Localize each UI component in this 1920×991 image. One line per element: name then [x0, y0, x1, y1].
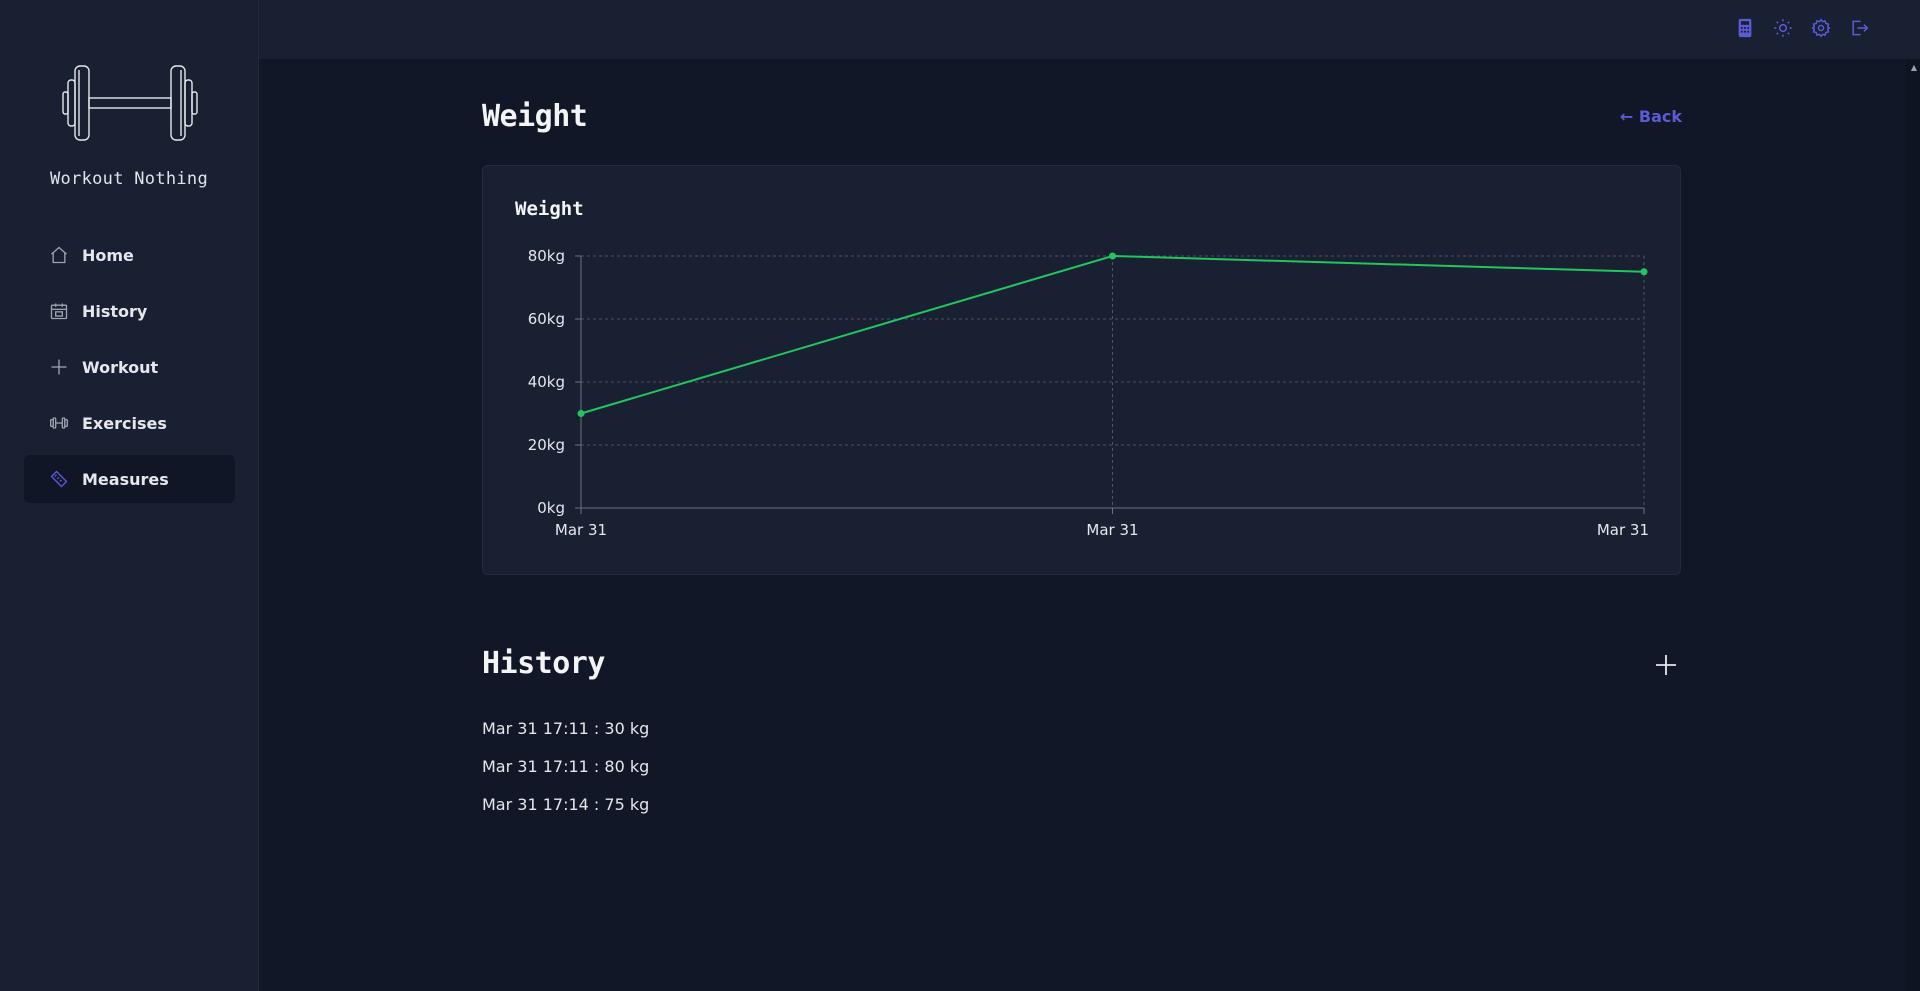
sidebar-item-home[interactable]: Home: [24, 231, 235, 279]
page-title: Weight: [482, 99, 588, 134]
sidebar-item-exercises[interactable]: Exercises: [24, 399, 235, 447]
app-name: Workout Nothing: [49, 169, 209, 189]
sidebar-nav: Home History Workout Exercises Measures: [24, 231, 235, 511]
calendar-icon: [48, 300, 70, 322]
y-tick-label: 0kg: [537, 499, 565, 517]
y-tick-label: 80kg: [528, 247, 565, 265]
scrollbar[interactable]: [1906, 59, 1920, 991]
weight-chart-card: Weight 0kg 20kg 40kg 60kg 80kg Mar 31 Mar 31 Ma…: [482, 165, 1681, 575]
scroll-up-arrow[interactable]: ▲: [1911, 63, 1917, 72]
history-entry-date: Mar 31 17:11 :: [482, 719, 600, 738]
gear-icon[interactable]: [1810, 17, 1832, 39]
top-bar: [259, 0, 1920, 59]
history-entry-value: 75 kg: [604, 795, 650, 814]
history-entry-date: Mar 31 17:11 :: [482, 757, 600, 776]
data-point: [1640, 268, 1648, 276]
x-tick-label: Mar 31: [1086, 521, 1138, 539]
history-list: Mar 31 17:11 : 30 kg Mar 31 17:11 : 80 k…: [482, 719, 649, 833]
logout-icon[interactable]: [1848, 17, 1870, 39]
y-tick-label: 20kg: [528, 436, 565, 454]
calculator-icon[interactable]: [1734, 17, 1756, 39]
plus-icon: [48, 356, 70, 378]
history-entry: Mar 31 17:11 : 80 kg: [482, 757, 649, 795]
sidebar-item-label: Exercises: [82, 413, 167, 433]
history-entry-date: Mar 31 17:14 :: [482, 795, 600, 814]
history-entry: Mar 31 17:14 : 75 kg: [482, 795, 649, 833]
data-point: [1109, 252, 1116, 260]
dumbbell-icon: [48, 412, 70, 434]
sun-icon[interactable]: [1772, 17, 1794, 39]
add-measure-button[interactable]: [1654, 653, 1678, 677]
history-entry-value: 80 kg: [604, 757, 650, 776]
sidebar-item-label: Measures: [82, 469, 169, 489]
top-bar-actions: [1734, 17, 1870, 39]
back-link[interactable]: ← Back: [1620, 107, 1682, 126]
y-tick-label: 40kg: [528, 373, 565, 391]
weight-line-chart: 0kg 20kg 40kg 60kg 80kg Mar 31 Mar 31 Mar 31: [528, 247, 1649, 539]
sidebar-item-label: Home: [82, 245, 134, 265]
sidebar-item-label: History: [82, 301, 148, 321]
sidebar-item-label: Workout: [82, 357, 159, 377]
history-entry: Mar 31 17:11 : 30 kg: [482, 719, 649, 757]
sidebar-item-measures[interactable]: Measures: [24, 455, 235, 503]
y-tick-label: 60kg: [528, 310, 565, 328]
data-point: [577, 410, 585, 417]
history-title: History: [482, 646, 605, 681]
dumbbell-logo: [62, 65, 198, 141]
x-tick-label: Mar 31: [1597, 521, 1649, 539]
sidebar-item-history[interactable]: History: [24, 287, 235, 335]
ruler-icon: [48, 468, 70, 490]
home-icon: [48, 244, 70, 266]
sidebar: Workout Nothing Home History Workout Exe…: [0, 0, 259, 991]
x-tick-label: Mar 31: [555, 521, 607, 539]
sidebar-item-workout[interactable]: Workout: [24, 343, 235, 391]
history-entry-value: 30 kg: [604, 719, 650, 738]
